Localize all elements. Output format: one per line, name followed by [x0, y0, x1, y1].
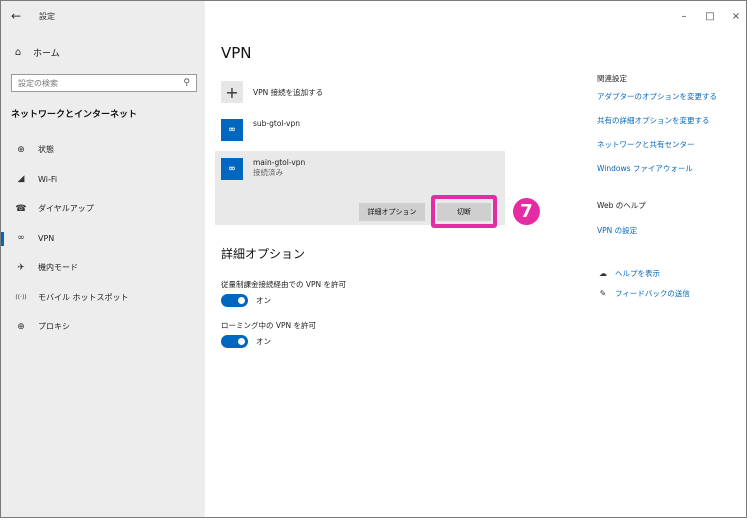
sidebar-item-status[interactable]: ⊕ 状態 [1, 135, 205, 165]
vpn-connection-icon: ∞ [221, 119, 243, 141]
disconnect-highlight-box [431, 195, 497, 228]
add-vpn-label: VPN 接続を追加する [253, 87, 324, 97]
metered-toggle[interactable] [221, 294, 248, 307]
vpn-connection-status: 接続済み [253, 168, 283, 177]
step-number-badge: 7 [513, 198, 540, 225]
home-icon: ⌂ [14, 46, 22, 58]
sidebar-item-label: 機内モード [38, 263, 78, 273]
toggle-state-label: オン [256, 296, 271, 305]
sidebar-item-label: Wi-Fi [38, 174, 58, 184]
close-icon[interactable]: × [730, 11, 742, 22]
windows-firewall-link[interactable]: Windows ファイアウォール [597, 163, 693, 174]
metered-toggle-row: オン [221, 294, 271, 307]
vpn-connection-name: sub-gtol-vpn [253, 119, 300, 128]
roaming-toggle-row: オン [221, 335, 271, 348]
sidebar-item-proxy[interactable]: ⊕ プロキシ [1, 312, 205, 342]
section-title: ネットワークとインターネット [11, 110, 138, 120]
web-help-heading: Web のヘルプ [597, 201, 646, 210]
network-sharing-center-link[interactable]: ネットワークと共有センター [597, 139, 695, 150]
search-icon[interactable]: ⚲ [183, 78, 190, 88]
proxy-icon: ⊕ [17, 321, 25, 332]
vpn-connection-icon: ∞ [221, 158, 243, 180]
home-label: ホーム [33, 48, 60, 59]
advanced-options-button[interactable]: 詳細オプション [359, 203, 425, 221]
advanced-options-title: 詳細オプション [221, 247, 306, 261]
wifi-icon: ◢ [17, 174, 25, 185]
vpn-connection-sub[interactable]: ∞ sub-gtol-vpn [221, 119, 501, 141]
vpn-setup-help-link[interactable]: VPN の設定 [597, 225, 637, 236]
page-title: VPN [221, 44, 252, 62]
maximize-icon[interactable]: □ [704, 11, 716, 22]
back-arrow-icon[interactable]: ← [1, 1, 31, 31]
search-input[interactable] [18, 78, 184, 88]
adapter-options-link[interactable]: アダプターのオプションを変更する [597, 91, 717, 102]
roaming-option-label: ローミング中の VPN を許可 [221, 321, 317, 330]
sidebar-item-label: VPN [38, 233, 55, 243]
title-bar: ← 設定 [1, 1, 205, 31]
sidebar-item-vpn[interactable]: ∞ VPN [1, 224, 205, 254]
send-feedback-link[interactable]: ✎ フィードバックの送信 [597, 288, 690, 299]
add-vpn-button[interactable]: + VPN 接続を追加する [221, 81, 323, 103]
sidebar: ← 設定 ⌂ ホーム ⚲ ネットワークとインターネット ⊕ 状態 ◢ Wi-Fi… [1, 1, 205, 517]
window-controls: – □ × [678, 11, 742, 22]
sidebar-item-dialup[interactable]: ☎ ダイヤルアップ [1, 194, 205, 224]
feedback-label: フィードバックの送信 [615, 289, 690, 298]
help-chat-icon: ☁ [599, 269, 607, 278]
show-help-label: ヘルプを表示 [615, 269, 660, 278]
globe-status-icon: ⊕ [17, 144, 25, 155]
search-box[interactable]: ⚲ [11, 74, 197, 92]
settings-window: ← 設定 ⌂ ホーム ⚲ ネットワークとインターネット ⊕ 状態 ◢ Wi-Fi… [0, 0, 747, 518]
home-link[interactable]: ⌂ ホーム [1, 41, 205, 63]
vpn-connection-name: main-gtol-vpn [253, 158, 306, 167]
sidebar-item-label: 状態 [38, 145, 54, 155]
hotspot-icon: ((·)) [15, 293, 27, 301]
sidebar-nav: ⊕ 状態 ◢ Wi-Fi ☎ ダイヤルアップ ∞ VPN ✈ 機内モード ((·… [1, 135, 205, 342]
main-content: – □ × VPN + VPN 接続を追加する ∞ sub-gtol-vpn ∞… [205, 1, 746, 517]
app-title: 設定 [39, 11, 55, 21]
vpn-connection-main[interactable]: ∞ main-gtol-vpn 接続済み [221, 158, 501, 180]
sidebar-item-airplane[interactable]: ✈ 機内モード [1, 253, 205, 283]
sidebar-item-label: プロキシ [38, 322, 70, 332]
plus-icon: + [221, 81, 243, 103]
feedback-icon: ✎ [599, 289, 607, 298]
dialup-icon: ☎ [15, 203, 27, 214]
airplane-icon: ✈ [17, 262, 25, 273]
sidebar-item-label: モバイル ホットスポット [38, 292, 129, 302]
metered-option-label: 従量制課金接続経由での VPN を許可 [221, 280, 347, 289]
vpn-icon: ∞ [17, 233, 25, 244]
roaming-toggle[interactable] [221, 335, 248, 348]
toggle-state-label: オン [256, 337, 271, 346]
sidebar-item-wifi[interactable]: ◢ Wi-Fi [1, 165, 205, 195]
sharing-options-link[interactable]: 共有の詳細オプションを変更する [597, 115, 710, 126]
show-help-link[interactable]: ☁ ヘルプを表示 [597, 268, 660, 279]
sidebar-item-label: ダイヤルアップ [38, 204, 94, 214]
sidebar-item-hotspot[interactable]: ((·)) モバイル ホットスポット [1, 283, 205, 313]
related-settings-heading: 関連設定 [597, 74, 627, 83]
minimize-icon[interactable]: – [678, 11, 690, 22]
